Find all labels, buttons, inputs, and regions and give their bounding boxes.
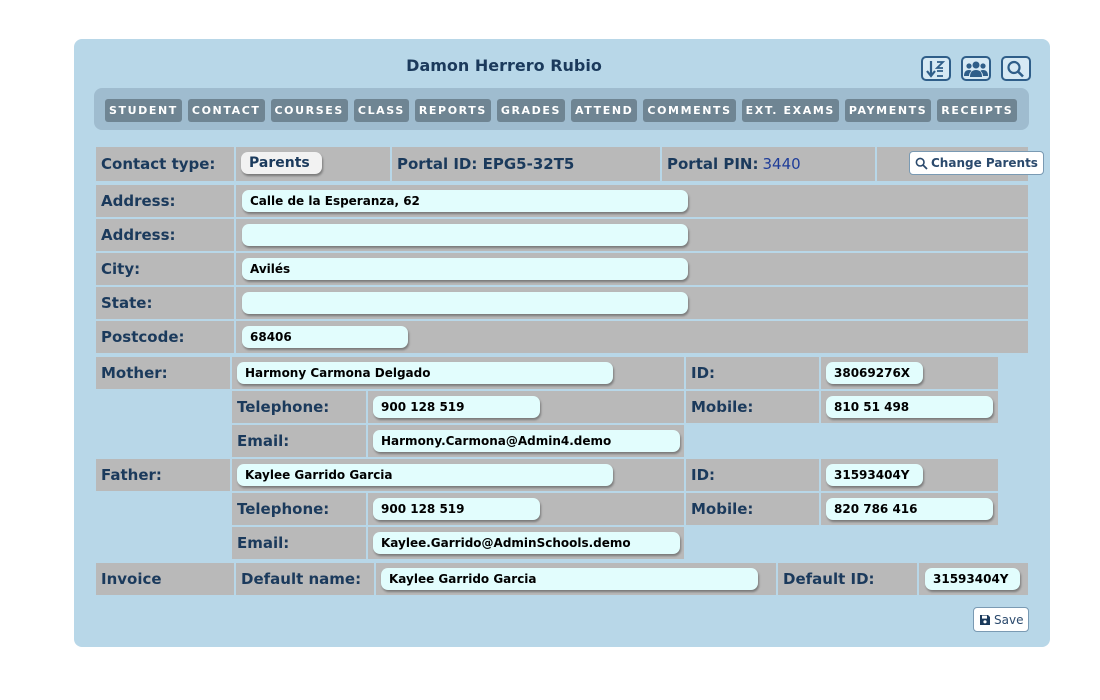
address2-input[interactable] [242,224,688,246]
tab-payments[interactable]: PAYMENTS [844,99,932,122]
parents-button[interactable] [961,56,991,81]
father-mobile-label: Mobile: [686,493,819,525]
state-input[interactable] [242,292,688,314]
father-email-label: Email: [232,527,366,559]
city-input[interactable]: Avilés [242,258,688,280]
mother-email-cell: Harmony.Carmona@Admin4.demo [368,425,684,457]
postcode-input[interactable]: 68406 [242,326,408,348]
mother-id-input[interactable]: 38069276X [826,362,923,384]
father-name-cell: Kaylee Garrido Garcia [232,459,684,491]
tab-class[interactable]: CLASS [353,99,409,122]
change-parents-button[interactable]: Change Parents [909,151,1044,175]
default-id-label: Default ID: [778,563,917,595]
mother-telephone-cell: 900 128 519 [368,391,684,423]
address-input[interactable]: Calle de la Esperanza, 62 [242,190,688,212]
city-cell: Avilés [236,253,1028,285]
state-cell [236,287,1028,319]
save-label: Save [994,612,1024,627]
default-name-cell: Kaylee Garrido Garcia [376,563,776,595]
address-cell: Calle de la Esperanza, 62 [236,185,1028,217]
father-email-input[interactable]: Kaylee.Garrido@AdminSchools.demo [373,532,680,554]
portal-pin: Portal PIN: 3440 [662,147,875,181]
mother-email-input[interactable]: Harmony.Carmona@Admin4.demo [373,430,680,452]
default-id-input[interactable]: 31593404Y [925,568,1020,590]
default-id-cell: 31593404Y [919,563,1028,595]
contact-type-cell: Parents [236,147,390,181]
sort-icon [926,60,946,78]
mother-id-label: ID: [686,357,819,389]
mother-mobile-input[interactable]: 810 51 498 [826,396,993,418]
address2-cell [236,219,1028,251]
mother-telephone-label: Telephone: [232,391,366,423]
floppy-disk-icon [980,614,990,625]
change-parents-label: Change Parents [931,156,1038,170]
mother-id-cell: 38069276X [821,357,998,389]
mother-telephone-input[interactable]: 900 128 519 [373,396,540,418]
tab-attend[interactable]: ATTEND [571,99,638,122]
father-id-cell: 31593404Y [821,459,998,491]
save-button[interactable]: Save [973,607,1030,632]
people-icon [964,61,988,77]
default-name-input[interactable]: Kaylee Garrido Garcia [381,568,758,590]
mother-mobile-cell: 810 51 498 [821,391,998,423]
contact-type-select[interactable]: Parents [241,152,322,174]
mother-mobile-label: Mobile: [686,391,819,423]
mother-name-cell: Harmony Carmona Delgado [232,357,684,389]
search-icon [1007,60,1024,77]
tab-student[interactable]: STUDENT [105,99,182,122]
search-icon [915,157,928,170]
student-contact-panel: Damon Herrero Rubio STUDENT CONTACT COUR… [74,39,1050,647]
city-label: City: [96,253,234,285]
mother-email-label: Email: [232,425,366,457]
search-button[interactable] [1001,56,1031,81]
father-id-label: ID: [686,459,819,491]
invoice-label: Invoice [96,563,234,595]
father-telephone-input[interactable]: 900 128 519 [373,498,540,520]
default-name-label: Default name: [236,563,374,595]
tab-reports[interactable]: REPORTS [414,99,491,122]
father-email-cell: Kaylee.Garrido@AdminSchools.demo [368,527,684,559]
father-mobile-cell: 820 786 416 [821,493,998,525]
portal-pin-value: 3440 [762,155,801,173]
tab-contact[interactable]: CONTACT [187,99,265,122]
tab-comments[interactable]: COMMENTS [643,99,736,122]
portal-id: Portal ID: EPG5-32T5 [392,147,660,181]
address-label: Address: [96,185,234,217]
tab-grades[interactable]: GRADES [496,99,566,122]
father-telephone-label: Telephone: [232,493,366,525]
mother-label: Mother: [96,357,230,389]
mother-name-input[interactable]: Harmony Carmona Delgado [237,362,613,384]
father-name-input[interactable]: Kaylee Garrido Garcia [237,464,613,486]
tab-courses[interactable]: COURSES [270,99,348,122]
change-parents-cell: Change Parents [877,147,1044,181]
father-telephone-cell: 900 128 519 [368,493,684,525]
postcode-cell: 68406 [236,321,1028,353]
contact-type-label: Contact type: [96,147,234,181]
tab-receipts[interactable]: RECEIPTS [937,99,1018,122]
father-id-input[interactable]: 31593404Y [826,464,923,486]
page-title: Damon Herrero Rubio [406,56,602,75]
tab-ext-exams[interactable]: EXT. EXAMS [741,99,839,122]
sort-button[interactable] [921,56,951,81]
portal-pin-label: Portal PIN: [667,155,759,173]
father-label: Father: [96,459,230,491]
state-label: State: [96,287,234,319]
address2-label: Address: [96,219,234,251]
father-mobile-input[interactable]: 820 786 416 [826,498,993,520]
tab-bar: STUDENT CONTACT COURSES CLASS REPORTS GR… [94,88,1029,130]
postcode-label: Postcode: [96,321,234,353]
